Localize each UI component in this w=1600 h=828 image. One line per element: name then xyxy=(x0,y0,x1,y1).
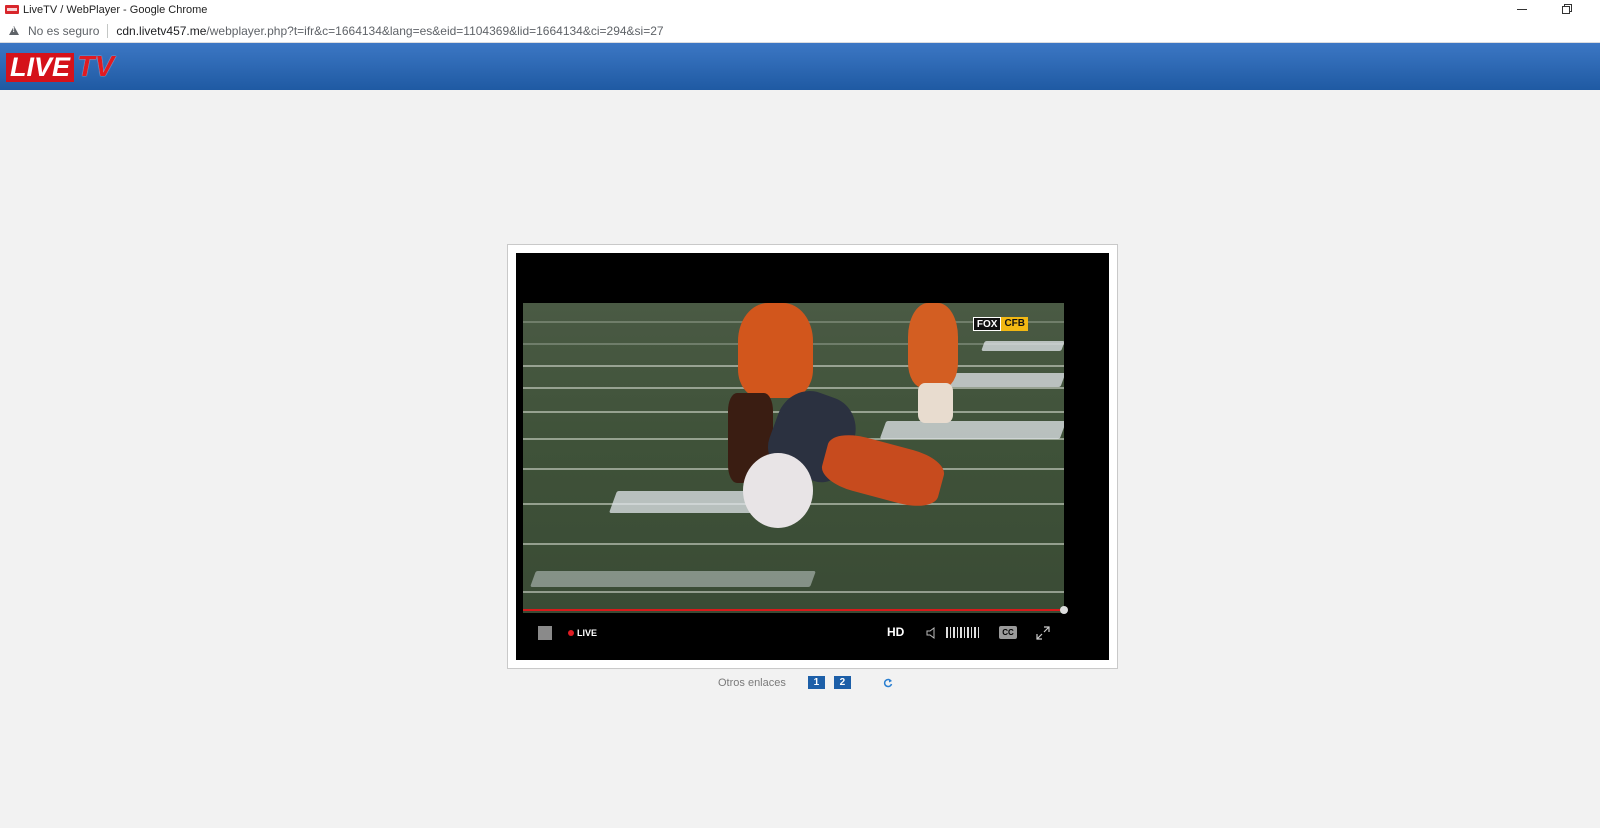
volume-bar xyxy=(963,627,965,638)
progress-bar[interactable] xyxy=(523,609,1064,611)
site-header: LIVE TV xyxy=(0,43,1600,90)
volume-bar xyxy=(949,627,951,638)
minimize-button[interactable] xyxy=(1502,0,1542,19)
restore-icon xyxy=(1562,5,1570,14)
logo-live-text: LIVE xyxy=(6,53,75,82)
livetv-logo[interactable]: LIVE TV xyxy=(6,53,114,82)
window-title: LiveTV / WebPlayer - Google Chrome xyxy=(23,3,208,16)
football-field-image xyxy=(523,303,1064,613)
field-number xyxy=(879,421,1064,439)
volume-bar xyxy=(960,627,962,638)
url-text[interactable]: cdn.livetv457.me/webplayer.php?t=ifr&c=1… xyxy=(116,24,663,38)
video-player[interactable]: FOX CFB LIVE HD CC xyxy=(516,253,1109,660)
player-figure xyxy=(738,303,813,398)
address-separator xyxy=(107,23,109,38)
security-label[interactable]: No es seguro xyxy=(28,24,99,38)
video-frame[interactable]: FOX CFB xyxy=(523,303,1064,613)
logo-tv-text: TV xyxy=(77,51,115,83)
volume-icon[interactable] xyxy=(926,627,938,639)
cfb-logo-text: CFB xyxy=(1001,317,1028,331)
minimize-icon xyxy=(1517,9,1527,10)
volume-bar xyxy=(953,627,955,638)
url-host: cdn.livetv457.me xyxy=(116,23,207,38)
field-number xyxy=(530,571,816,587)
yard-line xyxy=(523,591,1064,593)
link-button-1[interactable]: 1 xyxy=(807,676,825,689)
volume-bar xyxy=(946,627,948,638)
warning-icon[interactable] xyxy=(9,26,19,35)
restore-button[interactable] xyxy=(1546,0,1586,19)
closed-captions-button[interactable]: CC xyxy=(999,626,1017,639)
other-links-label: Otros enlaces xyxy=(718,676,786,689)
livetv-favicon-icon xyxy=(5,5,19,14)
other-links-row: Otros enlaces 1 2 xyxy=(718,676,893,689)
player-figure xyxy=(743,453,813,528)
player-figure xyxy=(817,428,949,513)
browser-titlebar: LiveTV / WebPlayer - Google Chrome xyxy=(0,0,1600,19)
link-button-2[interactable]: 2 xyxy=(833,676,851,689)
volume-bar xyxy=(974,627,976,638)
volume-bar xyxy=(977,627,979,638)
network-logo: FOX CFB xyxy=(972,317,1028,331)
player-frame: FOX CFB LIVE HD CC xyxy=(507,244,1118,669)
volume-slider[interactable] xyxy=(946,627,979,638)
yard-line xyxy=(523,543,1064,545)
address-bar[interactable]: No es seguro cdn.livetv457.me/webplayer.… xyxy=(0,19,1600,43)
live-label: LIVE xyxy=(577,628,598,638)
player-figure xyxy=(918,383,953,423)
volume-bar xyxy=(956,627,958,638)
field-number xyxy=(981,341,1064,351)
stop-button[interactable] xyxy=(538,626,552,640)
volume-bar xyxy=(970,627,972,638)
player-figure xyxy=(908,303,958,388)
player-controls: LIVE HD CC xyxy=(516,613,1109,660)
live-indicator[interactable]: LIVE xyxy=(568,626,597,640)
refresh-icon[interactable] xyxy=(883,678,893,688)
live-dot-icon xyxy=(568,630,574,636)
volume-bar xyxy=(967,627,969,638)
hd-button[interactable]: HD xyxy=(887,625,904,639)
fox-logo-text: FOX xyxy=(972,317,1002,331)
url-path: /webplayer.php?t=ifr&c=1664134&lang=es&e… xyxy=(206,23,664,38)
fullscreen-icon[interactable] xyxy=(1036,626,1050,640)
